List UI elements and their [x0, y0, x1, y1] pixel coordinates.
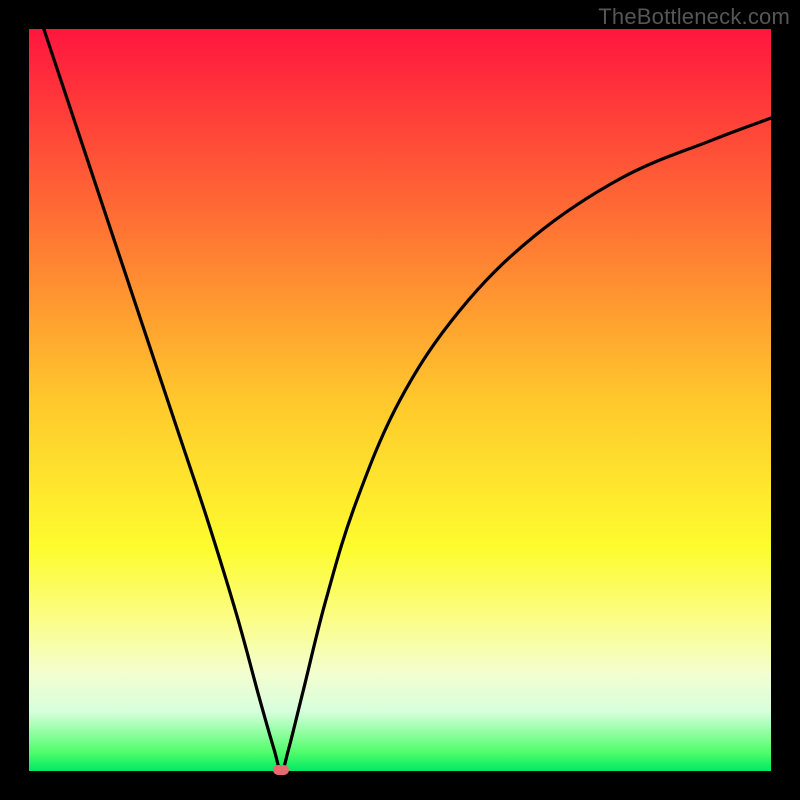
bottleneck-curve [29, 29, 771, 771]
chart-plot-area [29, 29, 771, 771]
optimal-point-marker [273, 765, 289, 775]
watermark-text: TheBottleneck.com [598, 4, 790, 30]
